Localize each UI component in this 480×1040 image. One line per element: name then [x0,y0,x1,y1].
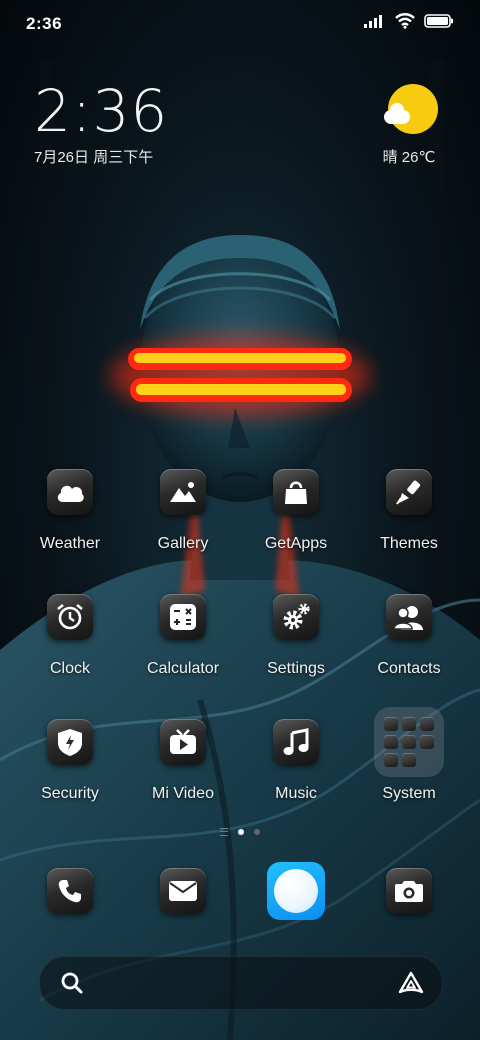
dock-browser[interactable] [241,862,351,920]
feed-page-icon [220,828,228,836]
page-dot [254,829,260,835]
status-time: 2:36 [26,14,63,33]
phone-icon [47,868,93,914]
weather-cloud-icon [47,469,93,515]
app-label: Gallery [157,535,209,552]
clock-date: 7月26日 周三下午 [34,149,154,166]
app-label: GetApps [264,535,328,552]
app-getapps[interactable]: GetApps [241,469,351,553]
app-calculator[interactable]: Calculator [128,594,238,678]
status-icons [364,13,454,29]
app-clock[interactable]: Clock [15,594,125,678]
folder-icon [374,707,444,777]
mail-icon [160,868,206,914]
search-bar[interactable] [39,956,443,1010]
dock-phone[interactable] [15,868,125,914]
app-label: Calculator [146,660,220,677]
paint-brush-icon [386,469,432,515]
app-settings[interactable]: Settings [241,594,351,678]
app-weather[interactable]: Weather [15,469,125,553]
app-label: Weather [39,535,101,552]
clock-widget[interactable]: 2:36 7月26日 周三下午 [34,80,168,167]
browser-icon [267,862,325,920]
tv-play-icon [160,719,206,765]
status-bar: 2:36 [0,0,480,50]
sun-cloud-icon [384,82,440,138]
app-system-folder[interactable]: System [354,707,464,803]
app-label: Themes [380,535,438,552]
dock-messages[interactable] [128,868,238,914]
gear-icon [273,594,319,640]
camera-icon [386,868,432,914]
weather-widget[interactable]: 晴 26℃ [374,82,444,167]
app-label: Security [41,785,99,802]
shopping-bag-icon [273,469,319,515]
app-label: Settings [267,660,325,677]
clock-time: 2:36 [34,77,169,145]
app-gallery[interactable]: Gallery [128,469,238,553]
app-mi-video[interactable]: Mi Video [128,719,238,803]
app-themes[interactable]: Themes [354,469,464,553]
page-dot-active [238,829,244,835]
music-note-icon [273,719,319,765]
signal-icon [364,15,382,28]
app-music[interactable]: Music [241,719,351,803]
app-security[interactable]: Security [15,719,125,803]
battery-icon [424,14,453,28]
contacts-icon [386,594,432,640]
security-shield-icon [47,719,93,765]
calculator-icon [160,594,206,640]
alarm-clock-icon [47,594,93,640]
search-icon[interactable] [60,971,84,995]
app-contacts[interactable]: Contacts [354,594,464,678]
app-label: Clock [49,660,90,677]
wifi-icon [395,13,415,29]
app-label: Mi Video [152,785,214,802]
page-indicator[interactable] [0,828,480,836]
app-label: System [382,785,436,802]
app-label: Contacts [377,660,441,677]
app-label: Music [275,785,317,802]
weather-text: 晴 26℃ [382,149,436,166]
dock-camera[interactable] [354,868,464,914]
assistant-icon[interactable] [398,971,424,995]
gallery-image-icon [160,469,206,515]
